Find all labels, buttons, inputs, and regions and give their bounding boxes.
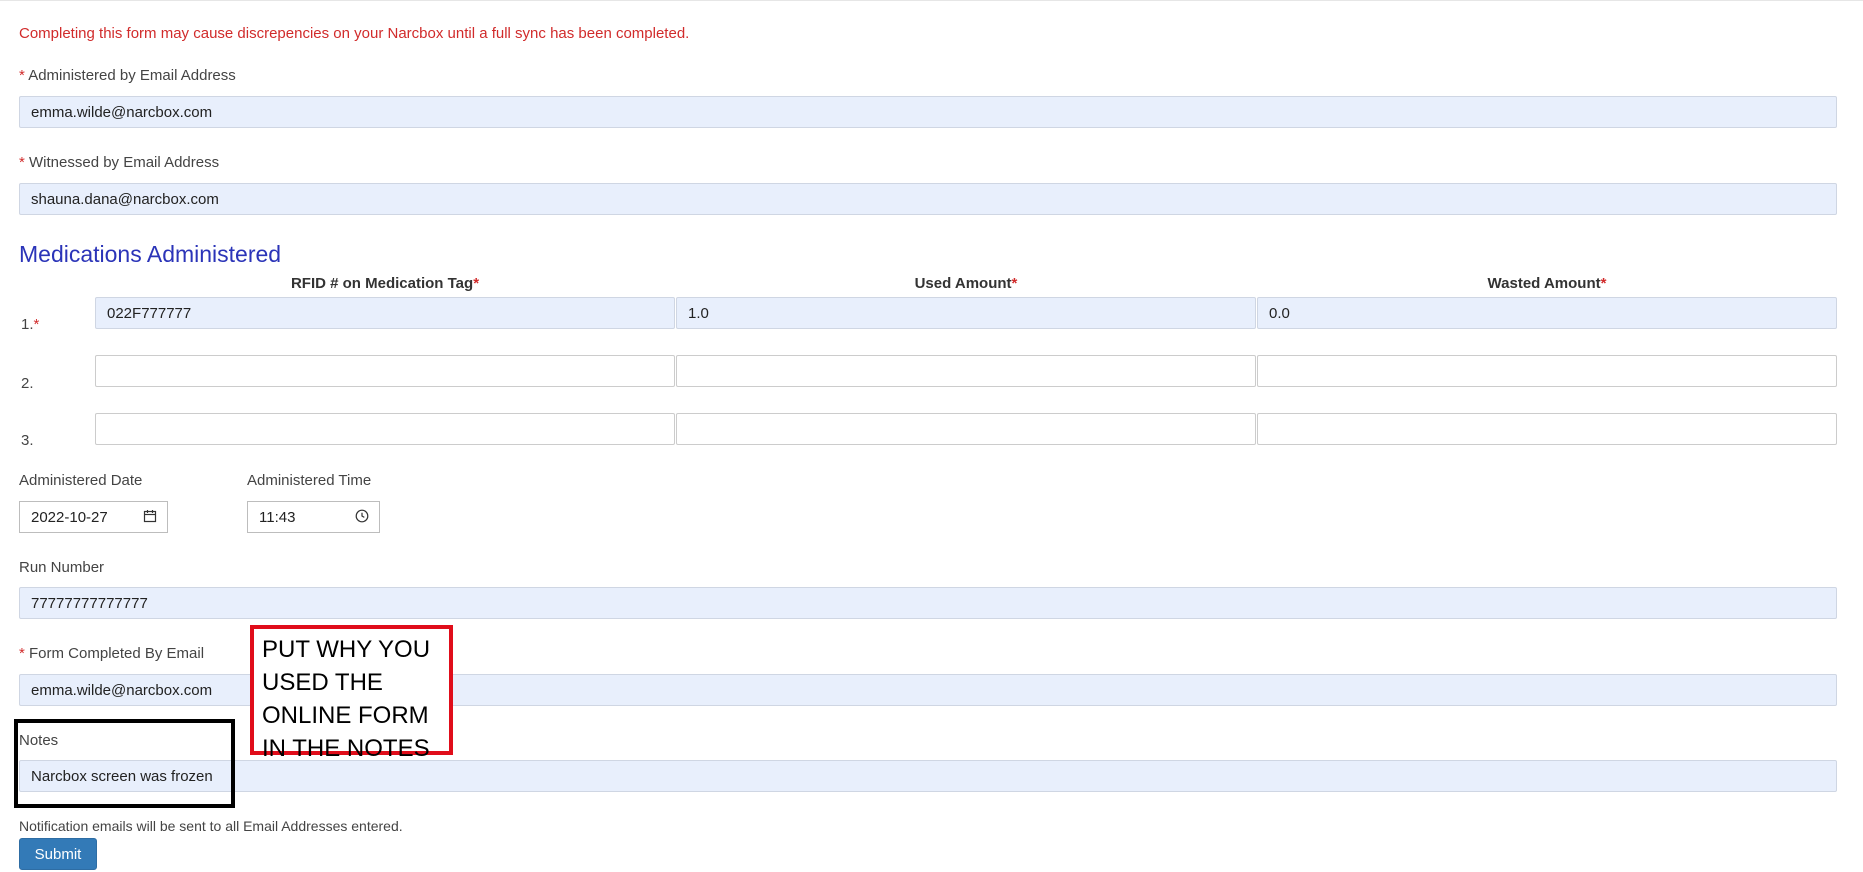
required-mark: * [19,154,25,171]
notification-text: Notification emails will be sent to all … [19,818,403,834]
medication-row-1-number: 1.* [21,316,39,333]
clock-icon[interactable] [355,509,369,523]
run-number-input[interactable]: 77777777777777 [19,587,1837,619]
used-header-label: Used Amount [914,275,1012,292]
administered-date-label: Administered Date [19,472,143,489]
medications-section-title: Medications Administered [19,241,282,267]
used-value: 1.0 [688,304,709,322]
administered-by-label: Administered by Email Address [28,67,236,84]
sync-warning: Completing this form may cause discrepen… [19,25,690,42]
completed-by-label: Form Completed By Email [29,645,205,662]
witnessed-by-label-row: * Witnessed by Email Address [19,154,219,171]
wasted-header-label: Wasted Amount [1487,275,1601,292]
required-mark: * [1600,275,1607,292]
instruction-callout: PUT WHY YOU USED THE ONLINE FORM IN THE … [250,625,453,762]
required-mark: * [33,316,40,333]
administered-time-value: 11:43 [259,508,296,526]
witnessed-by-label: Witnessed by Email Address [29,154,220,171]
administered-by-label-row: * Administered by Email Address [19,67,236,84]
medication-row-1-used-input[interactable]: 1.0 [676,297,1256,329]
wasted-amount-column-header: Wasted Amount* [1257,275,1837,292]
required-mark: * [1011,275,1018,292]
medication-row-1-wasted-input[interactable]: 0.0 [1257,297,1837,329]
top-divider [0,0,1863,1]
medication-row-3-rfid-input[interactable] [95,413,675,445]
medication-row-3-wasted-input[interactable] [1257,413,1837,445]
medication-row-2-number: 2. [21,375,34,392]
rfid-column-header: RFID # on Medication Tag* [95,275,675,292]
calendar-icon[interactable] [143,509,157,523]
administered-time-input[interactable]: 11:43 [247,501,380,533]
completed-by-label-row: * Form Completed By Email [19,645,204,662]
medication-row-3-number: 3. [21,432,34,449]
medication-row-3-used-input[interactable] [676,413,1256,445]
medication-row-2-used-input[interactable] [676,355,1256,387]
used-amount-column-header: Used Amount* [676,275,1256,292]
notes-highlight-box [14,719,235,808]
run-number-value: 77777777777777 [31,594,148,612]
administered-by-email-value: emma.wilde@narcbox.com [31,103,213,121]
administered-date-input[interactable]: 2022-10-27 [19,501,168,533]
run-number-label: Run Number [19,559,105,576]
required-mark: * [19,67,25,84]
witnessed-by-email-value: shauna.dana@narcbox.com [31,190,219,208]
administered-by-email-input[interactable]: emma.wilde@narcbox.com [19,96,1837,128]
completed-by-email-value: emma.wilde@narcbox.com [31,681,213,699]
administered-time-label: Administered Time [247,472,372,489]
medication-row-2-wasted-input[interactable] [1257,355,1837,387]
medication-row-2-rfid-input[interactable] [95,355,675,387]
witnessed-by-email-input[interactable]: shauna.dana@narcbox.com [19,183,1837,215]
row-number: 1. [21,316,34,333]
administered-date-value: 2022-10-27 [31,508,108,526]
submit-button[interactable]: Submit [19,838,97,870]
required-mark: * [19,645,25,662]
rfid-header-label: RFID # on Medication Tag [290,275,474,292]
medication-row-1-rfid-input[interactable]: 022F777777 [95,297,675,329]
medication-form-page: Completing this form may cause discrepen… [0,0,1863,872]
wasted-value: 0.0 [1269,304,1290,322]
required-mark: * [473,275,480,292]
rfid-value: 022F777777 [107,304,192,322]
